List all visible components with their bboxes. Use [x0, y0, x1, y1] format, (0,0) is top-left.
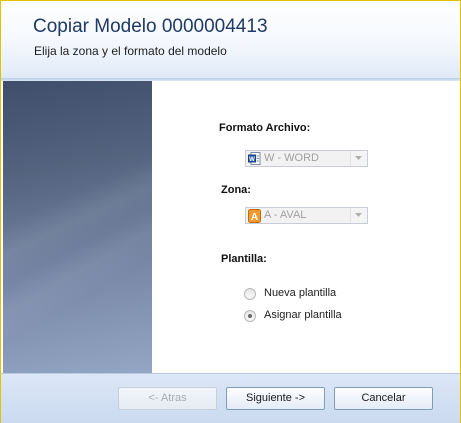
- cancel-button[interactable]: Cancelar: [334, 387, 433, 410]
- radio-nueva-plantilla-label: Nueva plantilla: [264, 287, 337, 299]
- side-banner-image: [3, 81, 152, 373]
- radio-asignar-plantilla-label: Asignar plantilla: [264, 309, 342, 321]
- svg-text:A: A: [251, 212, 258, 223]
- zona-value: A - AVAL: [264, 209, 307, 221]
- radio-selected-dot: [248, 314, 252, 318]
- word-document-icon: W: [248, 152, 261, 165]
- wizard-subtitle: Elija la zona y el formato del modelo: [34, 44, 227, 58]
- formato-archivo-select[interactable]: W W - WORD: [245, 150, 368, 167]
- wizard-content: Formato Archivo: W W - WORD Zona: A A - …: [152, 81, 460, 373]
- chevron-down-icon[interactable]: [350, 208, 367, 223]
- radio-circle[interactable]: [244, 310, 256, 322]
- next-button[interactable]: Siguiente ->: [226, 387, 325, 410]
- wizard-footer: <- Atras Siguiente -> Cancelar: [1, 373, 460, 423]
- wizard-header: Copiar Modelo 0000004413 Elija la zona y…: [1, 1, 460, 78]
- svg-text:W: W: [249, 157, 255, 163]
- zona-select[interactable]: A A - AVAL: [245, 207, 368, 224]
- formato-archivo-value: W - WORD: [264, 152, 319, 164]
- letter-a-icon: A: [248, 209, 261, 223]
- wizard-window: Copiar Modelo 0000004413 Elija la zona y…: [0, 0, 461, 423]
- formato-archivo-label: Formato Archivo:: [219, 122, 311, 134]
- wizard-title: Copiar Modelo 0000004413: [33, 16, 268, 37]
- zona-label: Zona:: [221, 184, 251, 196]
- chevron-down-icon[interactable]: [350, 151, 367, 166]
- plantilla-label: Plantilla:: [221, 253, 267, 265]
- radio-circle[interactable]: [244, 288, 256, 300]
- back-button[interactable]: <- Atras: [118, 387, 217, 410]
